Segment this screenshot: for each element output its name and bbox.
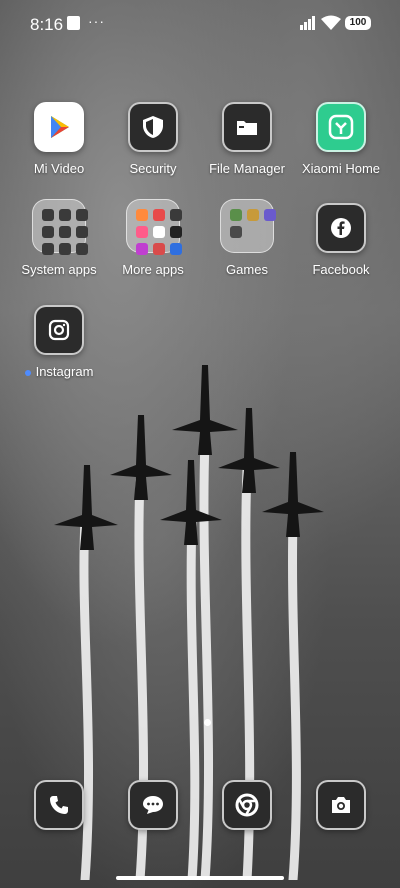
mi-home-icon xyxy=(316,102,366,152)
app-label: Facebook xyxy=(312,262,370,277)
signal-icon xyxy=(300,16,315,30)
app-label: Games xyxy=(226,262,268,277)
app-label: Xiaomi Home xyxy=(301,161,381,176)
status-bar: 8:16 ··· 100 xyxy=(0,0,400,50)
more-notifications-icon: ··· xyxy=(88,13,105,29)
camera-icon xyxy=(316,780,366,830)
app-mi-video[interactable]: Mi Video xyxy=(11,102,107,176)
app-label: More apps xyxy=(122,262,184,277)
folder-more-apps[interactable]: More apps xyxy=(105,199,201,277)
messages-icon xyxy=(128,780,178,830)
app-facebook[interactable]: Facebook xyxy=(293,203,389,277)
app-file-manager[interactable]: File Manager xyxy=(199,102,295,176)
shield-icon xyxy=(128,102,178,152)
status-time: 8:16 xyxy=(30,15,64,34)
battery-icon: 100 xyxy=(345,16,371,30)
folder-grid-icon xyxy=(32,199,88,255)
app-security[interactable]: Security xyxy=(105,102,201,176)
app-label: File Manager xyxy=(209,161,285,176)
notification-icon xyxy=(67,16,80,30)
folder-system-apps[interactable]: System apps xyxy=(11,199,107,277)
folder-grid-icon xyxy=(126,199,182,255)
dock-camera[interactable] xyxy=(293,780,389,830)
app-label: System apps xyxy=(21,262,97,277)
folder-icon xyxy=(222,102,272,152)
chrome-icon xyxy=(222,780,272,830)
new-app-dot xyxy=(24,369,31,376)
dock-chrome[interactable] xyxy=(199,780,295,830)
app-label: Security xyxy=(129,161,177,176)
home-indicator[interactable] xyxy=(116,876,284,880)
dock xyxy=(0,780,400,830)
app-xiaomi-home[interactable]: Xiaomi Home xyxy=(293,102,389,176)
dock-phone[interactable] xyxy=(11,780,107,830)
phone-icon xyxy=(34,780,84,830)
wifi-icon xyxy=(321,15,341,30)
instagram-icon xyxy=(34,305,84,355)
page-indicator[interactable] xyxy=(204,719,211,726)
facebook-icon xyxy=(316,203,366,253)
folder-grid-icon xyxy=(220,199,276,253)
folder-games[interactable]: Games xyxy=(199,199,295,277)
app-label: Mi Video xyxy=(33,161,85,176)
dock-messages[interactable] xyxy=(105,780,201,830)
mi-video-icon xyxy=(34,102,84,152)
